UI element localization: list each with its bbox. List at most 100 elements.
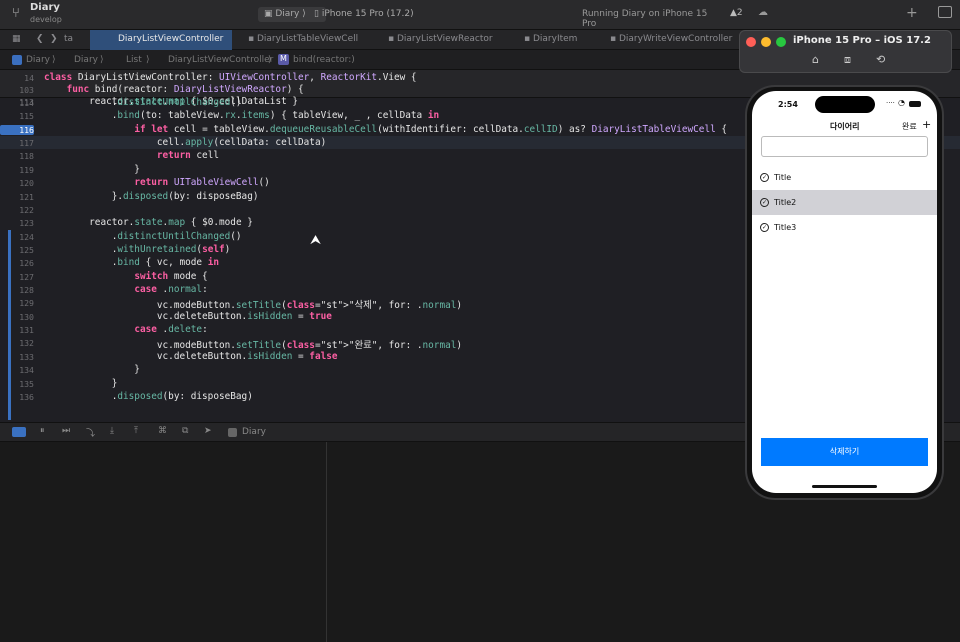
add-icon[interactable]: + [906, 5, 918, 21]
line-number[interactable]: 130 [0, 312, 34, 322]
code-line[interactable]: return UITableViewCell() [44, 177, 270, 188]
code-line[interactable]: reactor.state.map { $0.mode } [44, 217, 253, 228]
step-over-icon[interactable]: ⤵ [86, 426, 95, 439]
cloud-icon[interactable]: ☁ [758, 7, 768, 18]
line-number[interactable]: 132 [0, 338, 34, 348]
code-line[interactable]: if let cell = tableView.dequeueReusableC… [44, 124, 727, 135]
line-number[interactable]: 134 [0, 365, 34, 375]
line-number[interactable]: 125 [0, 245, 34, 255]
code-line[interactable]: vc.modeButton.setTitle(class="st">"삭제", … [44, 297, 462, 311]
line-number[interactable]: 128 [0, 285, 34, 295]
line-number[interactable]: 121 [0, 192, 34, 202]
line-number[interactable]: 131 [0, 325, 34, 335]
line-number[interactable]: 115 [0, 111, 34, 121]
tab-diary-list-table-view-cell[interactable]: ▪ DiaryListTableViewCell [248, 34, 358, 44]
warning-badge[interactable]: ▲2 [730, 8, 743, 18]
rotate-icon[interactable]: ⟲ [876, 53, 885, 66]
code-line[interactable]: case .delete: [44, 324, 207, 335]
code-line[interactable]: .disposed(by: disposeBag) [44, 391, 253, 402]
line-number[interactable]: 133 [0, 352, 34, 362]
close-window-button[interactable] [746, 37, 756, 47]
search-input[interactable] [761, 136, 928, 157]
breadcrumb-item[interactable]: Diary [74, 55, 98, 65]
line-number[interactable]: 129 [0, 298, 34, 308]
code-line[interactable]: .withUnretained(self) [44, 244, 231, 255]
step-out-icon[interactable]: ⤒ [134, 426, 138, 436]
list-item[interactable]: ✓ Title3 [752, 215, 937, 240]
tab-diary-list-view-controller[interactable]: DiaryListViewController [90, 30, 232, 50]
line-number[interactable]: 114 [0, 98, 34, 108]
continue-icon[interactable]: ⏭ [62, 426, 70, 436]
simulator-screen[interactable]: 2:54 ···· ◔ 다이어리 완료 + ✓ Title ✓ Title2 ✓… [752, 91, 937, 493]
device-selector[interactable]: ▯ iPhone 15 Pro (17.2) [310, 7, 420, 22]
code-line[interactable]: switch mode { [44, 271, 207, 282]
code-line[interactable]: } [44, 378, 118, 389]
add-button[interactable]: + [922, 118, 931, 131]
code-line[interactable]: cell.apply(cellData: cellData) [44, 137, 326, 148]
code-line[interactable]: }.disposed(by: disposeBag) [44, 191, 259, 202]
minimize-window-button[interactable] [761, 37, 771, 47]
step-into-icon[interactable]: ⤓ [110, 426, 114, 436]
code-line[interactable]: .distinctUntilChanged() [44, 97, 242, 108]
console-toggle-icon[interactable] [12, 427, 26, 437]
line-number[interactable]: 117 [0, 138, 34, 148]
line-number[interactable]: 14 [0, 73, 34, 83]
tab-diary-item[interactable]: ▪ DiaryItem [524, 34, 577, 44]
code-line[interactable]: func bind(reactor: DiaryListViewReactor)… [44, 84, 304, 95]
item-title: Title2 [774, 198, 797, 207]
code-line[interactable]: class DiaryListViewController: UIViewCon… [44, 72, 417, 83]
tab-label: DiaryListTableViewCell [256, 34, 359, 44]
tab-label: DiaryListViewController [118, 34, 224, 44]
line-number[interactable]: 118 [0, 151, 34, 161]
status-time: 2:54 [778, 100, 798, 109]
list-item-selected[interactable]: ✓ Title2 [752, 190, 937, 215]
inspector-toggle-icon[interactable] [938, 6, 952, 18]
location-icon[interactable]: ➤ [204, 426, 212, 436]
forward-chevron-icon[interactable]: ❯ [50, 34, 58, 44]
code-line[interactable]: .bind(to: tableView.rx.items) { tableVie… [44, 110, 439, 121]
code-line[interactable]: } [44, 364, 140, 375]
memory-graph-icon[interactable]: ⌘ [158, 426, 167, 436]
back-chevron-icon[interactable]: ❮ [36, 34, 44, 44]
line-number[interactable]: 122 [0, 205, 34, 215]
check-circle-icon: ✓ [760, 223, 769, 232]
delete-button[interactable]: 삭제하기 [761, 438, 928, 466]
line-number[interactable]: 127 [0, 272, 34, 282]
home-icon[interactable]: ⌂ [812, 53, 819, 66]
code-line[interactable]: .distinctUntilChanged() [44, 231, 242, 242]
code-line[interactable]: .bind { vc, mode in [44, 257, 219, 268]
line-number[interactable]: 103 [0, 85, 34, 95]
screenshot-icon[interactable]: ⧈ [844, 53, 851, 67]
code-line[interactable]: } [44, 164, 140, 175]
list-item[interactable]: ✓ Title [752, 165, 937, 190]
breadcrumb-item[interactable]: Diary [26, 55, 50, 65]
line-number[interactable]: 123 [0, 218, 34, 228]
breadcrumb-separator-icon: ⟩ [100, 55, 104, 65]
code-line[interactable]: return cell [44, 150, 219, 161]
code-line[interactable]: vc.deleteButton.isHidden = true [44, 311, 332, 322]
view-hierarchy-icon[interactable]: ⧉ [182, 426, 188, 436]
code-line[interactable]: case .normal: [44, 284, 207, 295]
check-circle-icon: ✓ [760, 198, 769, 207]
line-number[interactable]: 120 [0, 178, 34, 188]
line-number[interactable]: 135 [0, 379, 34, 389]
line-number[interactable]: 119 [0, 165, 34, 175]
tab-fragment[interactable]: ta [64, 34, 73, 44]
grid-icon[interactable]: ▦ [12, 34, 21, 44]
code-line[interactable]: vc.modeButton.setTitle(class="st">"완료", … [44, 337, 462, 351]
line-number-current[interactable]: 116 [0, 124, 34, 135]
zoom-window-button[interactable] [776, 37, 786, 47]
line-number[interactable]: 124 [0, 232, 34, 242]
breadcrumb-separator-icon: ⟩ [146, 55, 150, 65]
breadcrumb-item[interactable]: List [126, 55, 142, 65]
breadcrumb-item[interactable]: DiaryListViewController [168, 55, 273, 65]
line-number[interactable]: 136 [0, 392, 34, 402]
tab-diary-write-view-controller[interactable]: ▪ DiaryWriteViewController [610, 34, 732, 44]
pause-icon[interactable]: ⏸ [40, 426, 45, 436]
tab-diary-list-view-reactor[interactable]: ▪ DiaryListViewReactor [388, 34, 493, 44]
line-number[interactable]: 126 [0, 258, 34, 268]
breadcrumb-item[interactable]: bind(reactor:) [293, 55, 355, 65]
done-button[interactable]: 완료 [902, 121, 917, 132]
panel-divider[interactable] [326, 442, 327, 642]
code-line[interactable]: vc.deleteButton.isHidden = false [44, 351, 338, 362]
